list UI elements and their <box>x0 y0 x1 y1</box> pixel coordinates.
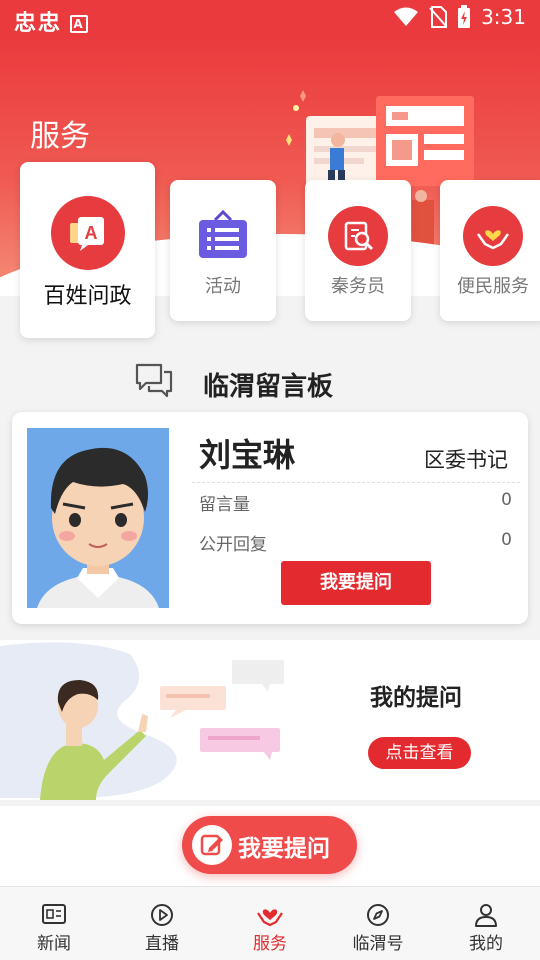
tab-service[interactable]: 服务 <box>216 887 324 960</box>
heart-hands-icon <box>463 206 523 266</box>
newspaper-icon <box>42 904 66 924</box>
tab-label: 服务 <box>253 934 287 954</box>
view-questions-button[interactable]: 点击查看 <box>368 737 471 769</box>
tab-linwei-account[interactable]: 临渭号 <box>324 887 432 960</box>
floating-ask-label: 我要提问 <box>238 836 330 862</box>
battery-charging-icon <box>458 5 471 28</box>
official-name: 刘宝琳 <box>199 436 296 474</box>
my-questions-title: 我的提问 <box>370 685 462 711</box>
play-icon <box>151 904 173 926</box>
tab-news[interactable]: 新闻 <box>0 887 108 960</box>
service-card-label: 百姓问政 <box>43 284 132 309</box>
app-notification-icon: 忠忠 <box>14 11 63 36</box>
tab-live[interactable]: 直播 <box>108 887 216 960</box>
tab-label: 我的 <box>469 934 503 954</box>
messages-label: 留言量 <box>199 495 250 515</box>
heart-hand-icon <box>257 909 283 927</box>
service-card-bianmin[interactable]: 便民服务 <box>440 180 540 321</box>
clock: 3:31 <box>481 5 526 29</box>
service-card-label: 秦务员 <box>331 276 385 297</box>
service-card-label: 活动 <box>205 276 241 297</box>
compass-icon <box>367 904 389 926</box>
status-bar: 忠忠 A 3:31 <box>0 0 540 36</box>
wifi-icon <box>394 7 419 26</box>
tab-mine[interactable]: 我的 <box>432 887 540 960</box>
service-card-baixing-wenzheng[interactable]: A 百姓问政 <box>20 162 155 338</box>
official-role: 区委书记 <box>424 448 508 472</box>
notification-icons: 忠忠 A <box>14 5 89 37</box>
edit-icon <box>192 825 232 865</box>
avatar <box>27 428 169 608</box>
system-status: 3:31 <box>393 5 526 29</box>
font-notification-icon: A <box>70 15 89 33</box>
my-questions-illustration <box>0 642 284 800</box>
tab-label: 直播 <box>145 934 179 954</box>
service-card-label: 便民服务 <box>457 276 529 297</box>
chat-a-icon: A <box>50 196 125 270</box>
search-document-icon <box>328 206 388 266</box>
svg-text:A: A <box>84 223 97 243</box>
message-board-title: 临渭留言板 <box>203 372 334 402</box>
floating-ask-button[interactable]: 我要提问 <box>182 816 357 874</box>
replies-count: 0 <box>501 530 512 550</box>
no-sim-icon <box>429 6 448 28</box>
tab-label: 新闻 <box>37 934 71 954</box>
service-card-qinwuyuan[interactable]: 秦务员 <box>305 180 411 321</box>
ask-question-button[interactable]: 我要提问 <box>281 561 431 605</box>
calendar-list-icon <box>193 206 253 266</box>
speech-bubbles-icon <box>135 363 173 398</box>
service-card-activity[interactable]: 活动 <box>170 180 276 321</box>
divider <box>192 482 520 483</box>
bottom-tab-bar: 新闻 直播 服务 临渭号 我的 <box>0 886 540 960</box>
message-board-header: 临渭留言板 <box>0 360 540 404</box>
my-questions-banner[interactable]: 我的提问 点击查看 <box>0 640 540 800</box>
replies-label: 公开回复 <box>199 535 267 555</box>
tab-label: 临渭号 <box>352 934 404 954</box>
floating-button-area: 我要提问 <box>0 806 540 886</box>
official-profile-card[interactable]: 刘宝琳 区委书记 留言量 0 公开回复 0 我要提问 <box>12 412 528 624</box>
messages-count: 0 <box>501 490 512 510</box>
page-title: 服务 <box>30 119 90 154</box>
person-icon <box>475 904 497 927</box>
